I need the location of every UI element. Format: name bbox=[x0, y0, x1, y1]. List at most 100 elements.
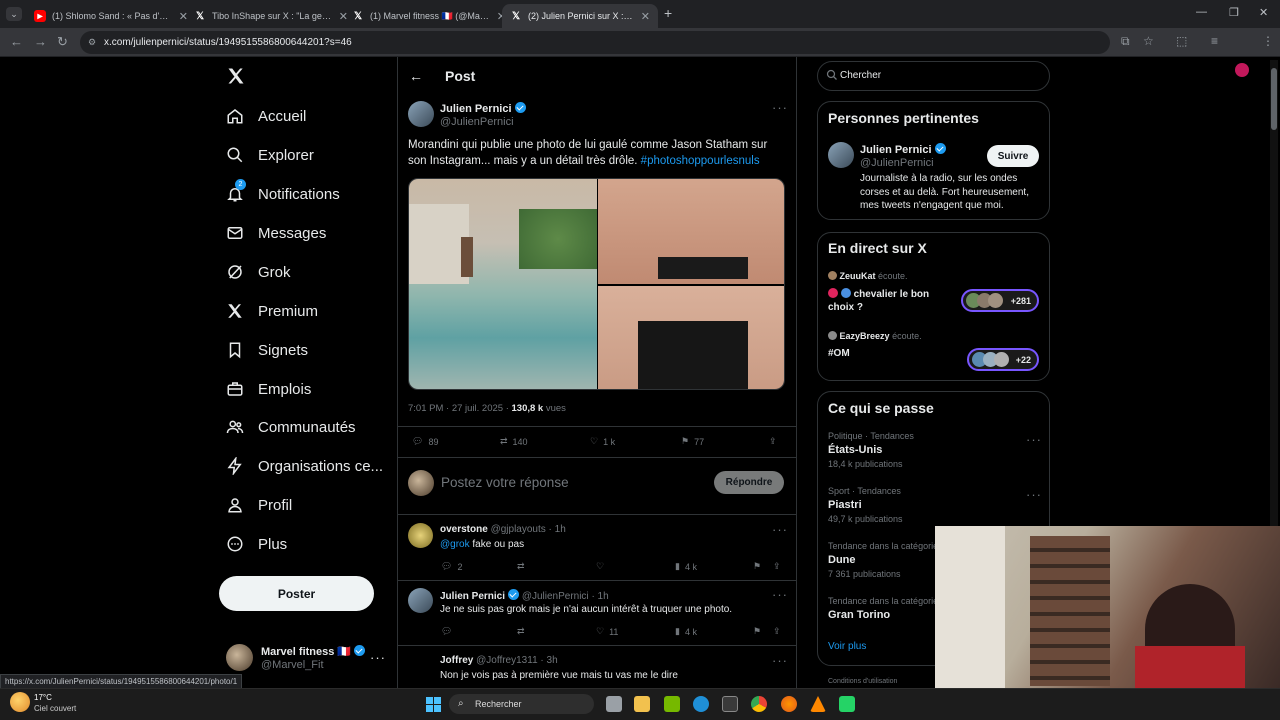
live-title[interactable]: #OM bbox=[828, 348, 850, 359]
reply-more-icon[interactable]: ··· bbox=[772, 587, 788, 602]
browser-tab-3[interactable]: 𝕏 (1) Marvel fitness 🇫🇷 (@Marvel_ ✕ bbox=[344, 4, 514, 28]
store-icon[interactable] bbox=[722, 696, 738, 712]
task-view-icon[interactable] bbox=[606, 696, 622, 712]
chrome-icon[interactable] bbox=[751, 696, 767, 712]
sidebar-item-explore[interactable]: Explorer bbox=[226, 140, 314, 170]
post-button[interactable]: Poster bbox=[219, 576, 374, 611]
share-icon[interactable]: ⇪ bbox=[773, 626, 781, 637]
reply-more-icon[interactable]: ··· bbox=[772, 653, 788, 668]
url-bar[interactable]: ⚙ x.com/julienpernici/status/19495155868… bbox=[80, 31, 1110, 54]
sidebar-item-more[interactable]: Plus bbox=[226, 529, 287, 559]
share-icon[interactable]: ⇪ bbox=[769, 436, 777, 447]
back-icon[interactable]: ← bbox=[10, 34, 23, 49]
bookmark-icon[interactable]: ⚑ bbox=[753, 561, 761, 572]
nvidia-icon[interactable] bbox=[664, 696, 680, 712]
weather-desc[interactable]: Ciel couvert bbox=[34, 704, 76, 713]
site-info-icon[interactable]: ⚙ bbox=[88, 31, 96, 54]
share-icon[interactable]: ⇪ bbox=[773, 561, 781, 572]
close-window-icon[interactable]: ✕ bbox=[1259, 6, 1268, 19]
bookmark-icon[interactable]: ⚑ bbox=[753, 626, 761, 637]
like-action[interactable]: ♡ bbox=[596, 561, 604, 572]
reload-icon[interactable]: ↻ bbox=[57, 34, 68, 50]
repost-action[interactable]: ⇄ bbox=[517, 561, 525, 572]
like-action[interactable]: ♡ 1 k bbox=[590, 436, 615, 447]
author-avatar[interactable] bbox=[408, 101, 434, 127]
author-handle[interactable]: @JulienPernici bbox=[440, 116, 514, 128]
edge-icon[interactable] bbox=[693, 696, 709, 712]
minimize-icon[interactable]: — bbox=[1196, 6, 1207, 18]
relevant-avatar[interactable] bbox=[828, 142, 854, 168]
reply-action[interactable]: 💬︎ 2 bbox=[441, 561, 462, 572]
repost-action[interactable]: ⇄ 140 bbox=[500, 436, 528, 447]
hashtag-link[interactable]: #photoshoppourlesnuls bbox=[641, 155, 760, 167]
browser-tab-1[interactable]: ▸ (1) Shlomo Sand : « Pas d'aveni ✕ bbox=[26, 4, 196, 28]
bookmark-action[interactable]: ⚑ 77 bbox=[681, 436, 704, 447]
reply-more-icon[interactable]: ··· bbox=[772, 522, 788, 537]
sidebar-item-messages[interactable]: Messages bbox=[226, 218, 326, 248]
cast-icon[interactable]: ⧉ bbox=[1121, 34, 1130, 49]
profile-avatar[interactable] bbox=[1235, 63, 1249, 77]
whatsapp-icon[interactable] bbox=[839, 696, 855, 712]
trend-more-icon[interactable]: ··· bbox=[1026, 432, 1042, 447]
tab-search-button[interactable]: ⌄ bbox=[6, 7, 22, 21]
menu-icon[interactable]: ⋮ bbox=[1262, 34, 1274, 48]
trend-more-icon[interactable]: ··· bbox=[1026, 487, 1042, 502]
sidebar-item-jobs[interactable]: Emplois bbox=[226, 374, 311, 404]
repost-action[interactable]: ⇄ bbox=[517, 626, 525, 637]
back-arrow-icon[interactable]: ← bbox=[409, 68, 423, 84]
post-photo-3[interactable] bbox=[598, 286, 784, 389]
trend-name[interactable]: Piastri bbox=[828, 499, 862, 511]
reply-action[interactable]: 💬︎ 89 bbox=[412, 436, 438, 447]
see-more-link[interactable]: Voir plus bbox=[828, 641, 866, 652]
reply-avatar[interactable] bbox=[408, 588, 433, 613]
trend-name[interactable]: Dune bbox=[828, 554, 856, 566]
reading-list-icon[interactable]: ≡ bbox=[1211, 34, 1218, 48]
like-action[interactable]: ♡ 11 bbox=[596, 626, 618, 637]
views-action[interactable]: ▮ 4 k bbox=[675, 626, 697, 637]
live-listeners[interactable]: +22 bbox=[967, 348, 1039, 371]
trend-name[interactable]: États-Unis bbox=[828, 444, 882, 456]
mention-link[interactable]: @grok bbox=[440, 539, 470, 550]
search-input[interactable]: Chercher bbox=[840, 70, 881, 81]
firefox-icon[interactable] bbox=[781, 696, 797, 712]
relevant-handle[interactable]: @JulienPernici bbox=[860, 157, 934, 169]
weather-temp[interactable]: 17°C bbox=[34, 693, 52, 702]
restore-icon[interactable]: ❐ bbox=[1229, 6, 1239, 19]
account-avatar[interactable] bbox=[226, 644, 253, 671]
post-photo-2[interactable] bbox=[598, 179, 784, 284]
taskbar-search[interactable]: ⌕ Rechercher bbox=[449, 694, 594, 714]
post-photo-1[interactable] bbox=[409, 179, 597, 389]
trend-name[interactable]: Gran Torino bbox=[828, 609, 890, 621]
bookmark-star-icon[interactable]: ☆ bbox=[1143, 34, 1154, 48]
sidebar-item-premium[interactable]: Premium bbox=[226, 296, 318, 326]
live-listeners[interactable]: +281 bbox=[961, 289, 1039, 312]
sidebar-item-organizations[interactable]: Organisations ce... bbox=[226, 451, 383, 481]
reply-button[interactable]: Répondre bbox=[714, 471, 784, 494]
reply-action[interactable]: 💬︎ bbox=[441, 626, 452, 637]
file-explorer-icon[interactable] bbox=[634, 696, 650, 712]
post-more-icon[interactable]: ··· bbox=[772, 100, 788, 115]
sidebar-item-grok[interactable]: Grok bbox=[226, 257, 291, 287]
weather-icon[interactable] bbox=[10, 692, 30, 712]
scrollbar-thumb[interactable] bbox=[1271, 68, 1277, 130]
reply-input[interactable]: Postez votre réponse bbox=[441, 475, 569, 490]
x-logo-icon[interactable] bbox=[226, 66, 246, 86]
sidebar-item-bookmarks[interactable]: Signets bbox=[226, 335, 308, 365]
footer-link[interactable]: Conditions d'utilisation bbox=[828, 678, 897, 685]
sidebar-item-communities[interactable]: Communautés bbox=[226, 412, 356, 442]
views-action[interactable]: ▮ 4 k bbox=[675, 561, 697, 572]
follow-button[interactable]: Suivre bbox=[987, 145, 1039, 167]
search-box[interactable]: Chercher bbox=[817, 61, 1050, 91]
browser-tab-2[interactable]: 𝕏 Tibo InShape sur X : "La gens q ✕ bbox=[186, 4, 356, 28]
new-tab-button[interactable]: + bbox=[664, 5, 672, 21]
author-name[interactable]: Julien Pernici bbox=[440, 102, 526, 115]
close-tab-icon[interactable]: ✕ bbox=[641, 10, 650, 23]
extensions-icon[interactable]: ⬚ bbox=[1176, 34, 1187, 48]
live-title[interactable]: chevalier le bon choix ? bbox=[828, 288, 958, 314]
relevant-name[interactable]: Julien Pernici bbox=[860, 143, 946, 156]
windows-start-icon[interactable] bbox=[426, 697, 441, 712]
forward-icon[interactable]: → bbox=[34, 34, 47, 49]
sidebar-item-home[interactable]: Accueil bbox=[226, 101, 306, 131]
sidebar-item-notifications[interactable]: 2 Notifications bbox=[226, 179, 340, 209]
sidebar-item-profile[interactable]: Profil bbox=[226, 490, 292, 520]
